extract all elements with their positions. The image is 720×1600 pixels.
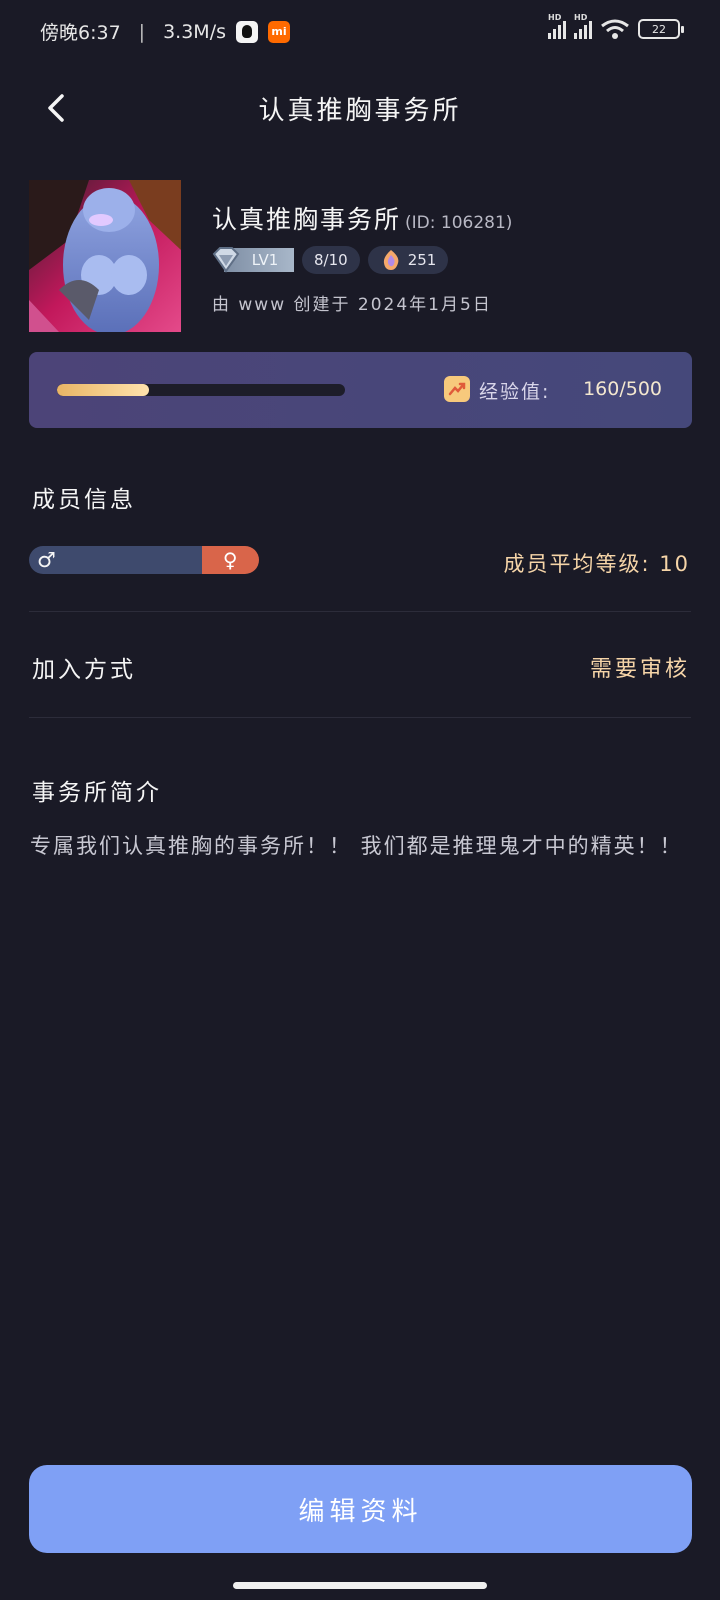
female-icon: ♀: [222, 548, 238, 572]
points-badge: 251: [367, 246, 449, 274]
experience-value: 160/500: [583, 378, 662, 400]
trend-up-icon: [444, 376, 470, 402]
battery-level: 22: [652, 22, 666, 36]
status-speed: 3.3M/s: [163, 20, 226, 43]
status-right: HD HD 22: [548, 13, 684, 40]
gender-ratio-bar: ♂ ♀: [29, 546, 259, 574]
edit-profile-button[interactable]: 编辑资料: [29, 1465, 692, 1553]
member-count-badge: 8/10: [302, 246, 360, 274]
signal-icon-2: HD: [574, 13, 592, 39]
intro-text: 专属我们认真推胸的事务所！！ 我们都是推理鬼才中的精英！！: [30, 834, 683, 858]
diamond-icon: [212, 247, 240, 273]
wifi-icon: [601, 19, 629, 39]
org-name: 认真推胸事务所: [212, 205, 402, 234]
divider: [29, 717, 691, 718]
org-avatar[interactable]: [29, 180, 181, 332]
experience-progress-fill: [57, 384, 150, 396]
screen: 傍晚6:37 | 3.3M/s mi HD HD 22 认真推胸事务所 认真推胸…: [0, 0, 720, 1600]
intro-section-title: 事务所简介: [32, 780, 162, 806]
status-bar: 傍晚6:37 | 3.3M/s mi HD HD 22: [0, 0, 720, 64]
male-icon: ♂: [37, 548, 56, 572]
points-value: 251: [407, 251, 437, 269]
org-badges: LV1 8/10 251: [210, 246, 449, 274]
flame-gem-icon: [383, 250, 399, 270]
avatar-image: [29, 180, 181, 332]
divider: [29, 611, 691, 612]
page-title: 认真推胸事务所: [258, 96, 462, 126]
org-name-row: 认真推胸事务所 (ID: 106281): [212, 200, 512, 236]
average-level: 成员平均等级: 10: [503, 552, 690, 576]
signal-icon: HD: [548, 13, 566, 39]
qq-icon: [236, 20, 258, 43]
battery-icon: 22: [638, 19, 684, 39]
experience-progress-track: [57, 384, 345, 396]
status-time: 傍晚6:37: [40, 22, 121, 44]
level-badge: LV1: [210, 247, 294, 273]
female-segment: ♀: [201, 546, 259, 574]
member-count: 8/10: [314, 251, 348, 269]
experience-label: 经验值:: [479, 381, 551, 403]
status-separator: |: [138, 20, 146, 43]
creator-info: 由 www 创建于 2024年1月5日: [212, 295, 492, 315]
mi-icon: mi: [268, 20, 290, 43]
male-segment: ♂: [29, 546, 202, 574]
experience-card: 经验值: 160/500: [29, 352, 692, 428]
org-id: (ID: 106281): [405, 213, 513, 233]
app-header: 认真推胸事务所: [0, 72, 720, 144]
members-section-title: 成员信息: [32, 487, 136, 513]
join-method-value: 需要审核: [589, 657, 690, 682]
status-left: 傍晚6:37 | 3.3M/s mi: [40, 18, 290, 45]
signal-hd-label-2: HD: [574, 13, 588, 22]
signal-hd-label: HD: [548, 13, 562, 22]
home-indicator[interactable]: [233, 1582, 487, 1589]
join-method-title: 加入方式: [32, 657, 136, 683]
